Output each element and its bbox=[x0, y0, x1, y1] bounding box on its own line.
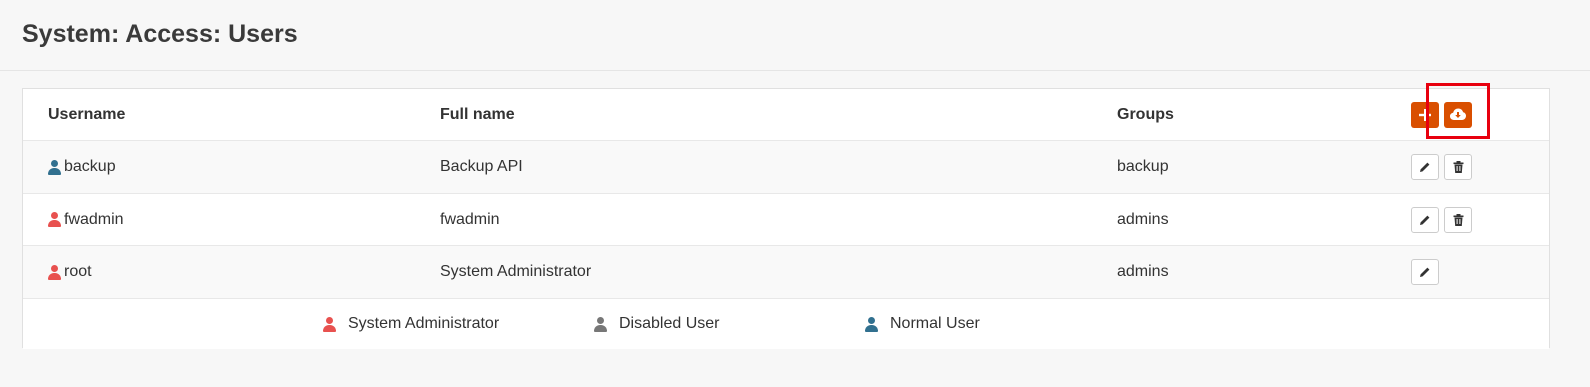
normal-user-icon bbox=[48, 159, 61, 175]
table-header: Username Full name Groups bbox=[23, 89, 1549, 141]
plus-icon bbox=[1419, 108, 1431, 121]
legend-disabled: Disabled User bbox=[594, 299, 719, 349]
fullname-cell: Backup API bbox=[440, 158, 523, 175]
admin-user-icon bbox=[323, 316, 336, 332]
legend-normal-label: Normal User bbox=[890, 315, 980, 332]
admin-user-icon bbox=[48, 264, 61, 280]
trash-icon bbox=[1453, 213, 1463, 226]
pencil-icon bbox=[1420, 162, 1430, 172]
row-actions bbox=[1411, 246, 1439, 298]
groups-cell: admins bbox=[1117, 263, 1169, 280]
row-actions bbox=[1411, 141, 1472, 193]
edit-user-button[interactable] bbox=[1411, 206, 1439, 233]
username-cell: fwadmin bbox=[48, 194, 124, 245]
add-user-button[interactable] bbox=[1411, 101, 1439, 128]
delete-user-button[interactable] bbox=[1444, 154, 1472, 180]
username-cell: root bbox=[48, 246, 92, 298]
edit-user-button[interactable] bbox=[1411, 154, 1439, 180]
username-text: root bbox=[64, 263, 92, 280]
groups-cell: admins bbox=[1117, 210, 1169, 228]
pencil-icon bbox=[1420, 267, 1430, 277]
admin-user-icon bbox=[48, 212, 61, 227]
legend-admin: System Administrator bbox=[323, 299, 499, 349]
row-actions bbox=[1411, 194, 1472, 245]
header-fullname[interactable]: Full name bbox=[440, 89, 515, 140]
cloud-download-icon bbox=[1450, 108, 1466, 120]
page-title: System: Access: Users bbox=[22, 20, 298, 48]
table-row: root System Administrator admins bbox=[23, 246, 1549, 299]
legend-admin-label: System Administrator bbox=[348, 315, 500, 332]
user-legend: System Administrator Disabled User Norma… bbox=[23, 299, 1549, 349]
header-actions bbox=[1411, 89, 1472, 140]
fullname-cell: System Administrator bbox=[440, 263, 592, 280]
trash-icon bbox=[1453, 161, 1463, 173]
username-text: backup bbox=[64, 158, 116, 175]
legend-disabled-label: Disabled User bbox=[619, 315, 720, 332]
legend-normal: Normal User bbox=[865, 299, 980, 349]
groups-cell: backup bbox=[1117, 158, 1169, 175]
username-cell: backup bbox=[48, 141, 116, 193]
username-text: fwadmin bbox=[64, 210, 124, 228]
table-row: fwadmin fwadmin admins bbox=[23, 194, 1549, 246]
normal-user-icon bbox=[865, 316, 878, 332]
edit-user-button[interactable] bbox=[1411, 259, 1439, 285]
header-username[interactable]: Username bbox=[48, 89, 125, 140]
table-row: backup Backup API backup bbox=[23, 141, 1549, 194]
fullname-cell: fwadmin bbox=[440, 210, 500, 228]
import-users-button[interactable] bbox=[1444, 101, 1472, 128]
users-table: Username Full name Groups backup Backup … bbox=[22, 88, 1550, 349]
page-header: System: Access: Users bbox=[0, 0, 1590, 71]
delete-user-button[interactable] bbox=[1444, 206, 1472, 233]
pencil-icon bbox=[1420, 215, 1430, 225]
header-groups[interactable]: Groups bbox=[1117, 89, 1174, 140]
disabled-user-icon bbox=[594, 316, 607, 332]
